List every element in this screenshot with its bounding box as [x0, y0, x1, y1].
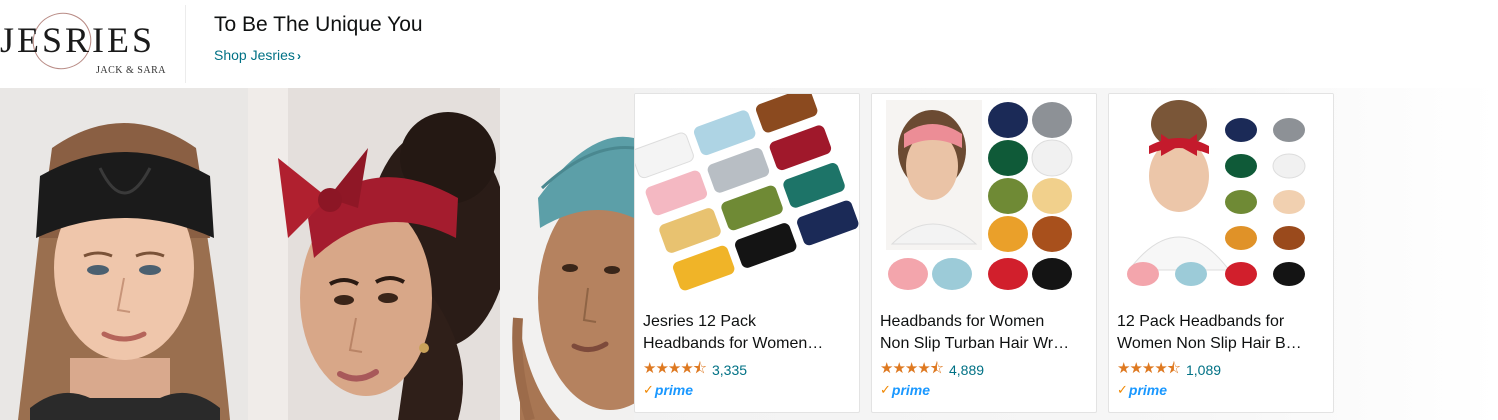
banner-photo-black-headband[interactable]	[0, 88, 248, 420]
rating-count[interactable]: 3,335	[712, 362, 747, 378]
star-rating-icon: ★★★★⯪	[880, 359, 944, 377]
product-image-turban-headbands[interactable]	[872, 94, 1096, 300]
product-title[interactable]: Headbands for Women Non Slip Turban Hair…	[880, 311, 1088, 355]
banner-photo-red-bow-headband[interactable]	[248, 88, 500, 420]
product-title-line2: Women Non Slip Hair B…	[1117, 335, 1302, 352]
prime-check-icon: ✓	[880, 382, 891, 397]
prime-badge: ✓ prime	[1117, 382, 1167, 398]
star-rating-icon: ★★★★⯪	[1117, 359, 1181, 377]
chevron-right-icon: ›	[296, 49, 301, 63]
woman-red-bow-headband-image	[248, 88, 500, 420]
shop-link-label: Shop Jesries	[214, 47, 295, 63]
product-title-line2: Headbands for Women…	[643, 335, 824, 352]
woman-black-headband-image	[0, 88, 248, 420]
product-title-line2: Non Slip Turban Hair Wr…	[880, 335, 1070, 352]
prime-label: prime	[1128, 382, 1168, 398]
rating-count[interactable]: 1,089	[1186, 362, 1221, 378]
woman-teal-headband-image	[500, 88, 634, 420]
prime-label: prime	[891, 382, 931, 398]
product-rating[interactable]: ★★★★⯪ 1,089	[1117, 360, 1221, 379]
logo-subtext: JACK & SARA	[96, 65, 166, 76]
prime-check-icon: ✓	[643, 382, 654, 397]
product-rating[interactable]: ★★★★⯪ 3,335	[643, 360, 747, 379]
brand-slogan: To Be The Unique You	[214, 13, 423, 36]
prime-label: prime	[654, 382, 694, 398]
product-card[interactable]: 12 Pack Headbands for Women Non Slip Hai…	[1108, 93, 1334, 413]
product-title-line1: 12 Pack Headbands for	[1117, 313, 1285, 330]
shop-brand-link[interactable]: Shop Jesries ›	[214, 47, 301, 63]
brand-logo[interactable]: JESRIES JACK & SARA	[0, 4, 186, 83]
product-title[interactable]: Jesries 12 Pack Headbands for Women…	[643, 311, 851, 355]
turban-headbands-image	[886, 100, 1073, 290]
product-title[interactable]: 12 Pack Headbands for Women Non Slip Hai…	[1117, 311, 1325, 355]
prime-badge: ✓ prime	[880, 382, 930, 398]
product-card[interactable]: Headbands for Women Non Slip Turban Hair…	[871, 93, 1097, 413]
prime-badge: ✓ prime	[643, 382, 693, 398]
prime-check-icon: ✓	[1117, 382, 1128, 397]
product-image-bow-headbands[interactable]	[1109, 94, 1333, 300]
rating-count[interactable]: 4,889	[949, 362, 984, 378]
brand-banner: Jesries 12 Pack Headbands for Women… ★★★…	[0, 88, 1498, 420]
logo-wordmark: JESRIES	[0, 20, 156, 60]
brand-header: JESRIES JACK & SARA To Be The Unique You…	[0, 0, 1498, 88]
product-image-12-pack-twist-headbands[interactable]	[635, 94, 859, 300]
product-card[interactable]: Jesries 12 Pack Headbands for Women… ★★★…	[634, 93, 860, 413]
banner-photo-teal-headband[interactable]	[500, 88, 634, 420]
bow-headbands-image	[1127, 100, 1306, 286]
product-title-line1: Headbands for Women	[880, 313, 1045, 330]
product-rating[interactable]: ★★★★⯪ 4,889	[880, 360, 984, 379]
twist-headbands-grid-image	[635, 94, 859, 291]
product-title-line1: Jesries 12 Pack	[643, 313, 756, 330]
star-rating-icon: ★★★★⯪	[643, 359, 707, 377]
